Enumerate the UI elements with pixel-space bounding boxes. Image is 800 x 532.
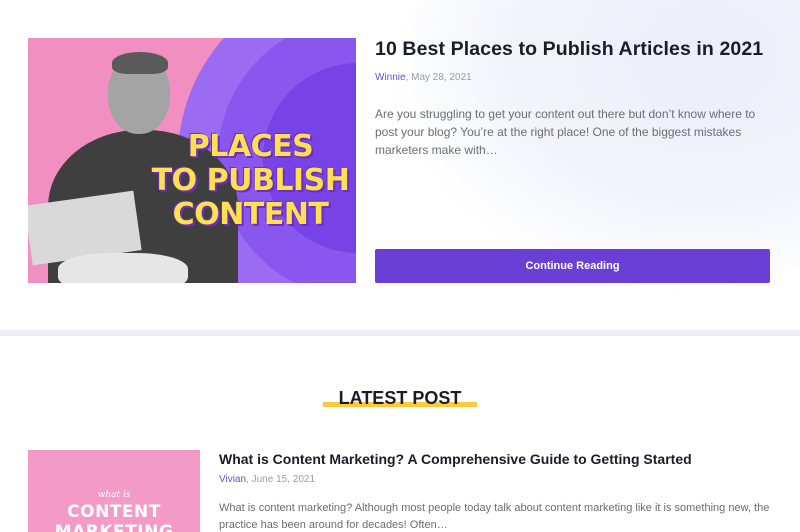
thumbnail-big-line: CONTENT: [67, 502, 161, 522]
featured-post-section: PLACES TO PUBLISH CONTENT 2773 10 Best P…: [0, 0, 800, 332]
thumbnail-headline-line: CONTENT: [172, 197, 329, 232]
post-date: , June 15, 2021: [246, 474, 316, 485]
latest-post-excerpt: What is content marketing? Although most…: [219, 502, 770, 531]
latest-post-meta: Vivian, June 15, 2021: [219, 474, 315, 485]
post-date: , May 28, 2021: [405, 72, 472, 83]
featured-post-meta: Winnie, May 28, 2021: [375, 72, 472, 83]
thumbnail-small-text: what is: [97, 490, 131, 500]
latest-post-title[interactable]: What is Content Marketing? A Comprehensi…: [219, 451, 789, 467]
thumbnail-big-text: CONTENT MARKETING: [28, 502, 200, 532]
featured-thumbnail[interactable]: PLACES TO PUBLISH CONTENT 2773: [28, 38, 356, 283]
post-author-link[interactable]: Vivian: [219, 474, 246, 485]
featured-post-excerpt: Are you struggling to get your content o…: [375, 107, 756, 157]
thumbnail-headline-line: PLACES: [187, 129, 314, 164]
featured-post-title[interactable]: 10 Best Places to Publish Articles in 20…: [375, 38, 785, 61]
post-author-link[interactable]: Winnie: [375, 72, 406, 83]
latest-post-heading-text: LATEST POST: [322, 388, 478, 409]
thumbnail-headline-line: TO PUBLISH: [151, 163, 350, 198]
thumbnail-big-line: MARKETING: [54, 522, 174, 532]
continue-reading-button[interactable]: Continue Reading: [375, 249, 770, 283]
latest-post-thumbnail[interactable]: what is CONTENT MARKETING: [28, 450, 200, 532]
thumbnail-headline: PLACES TO PUBLISH CONTENT: [138, 130, 356, 232]
heading-label: LATEST POST: [338, 388, 462, 408]
latest-post-heading: LATEST POST: [0, 388, 800, 409]
section-divider: [0, 330, 800, 336]
thumbnail-crumpled-paper: [58, 253, 188, 283]
thumbnail-person-hair: [112, 52, 168, 74]
